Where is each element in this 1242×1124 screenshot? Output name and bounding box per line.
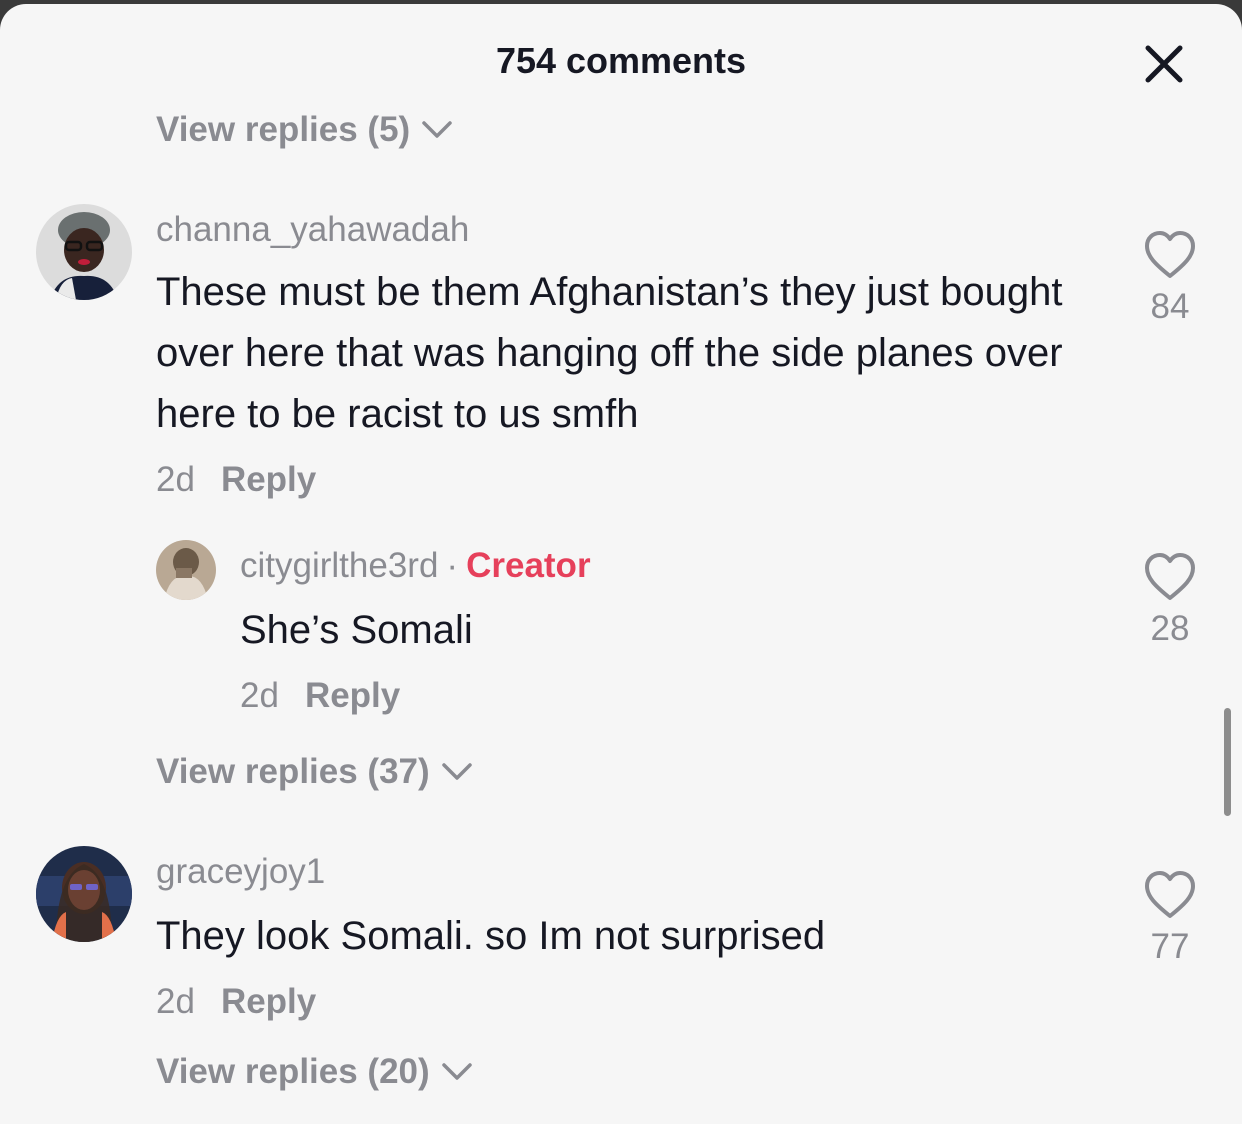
heart-icon[interactable] — [1143, 870, 1197, 920]
reply-text: She’s Somali — [240, 608, 473, 652]
reply-username[interactable]: citygirlthe3rd — [240, 546, 438, 585]
comment-time: 2d — [156, 460, 195, 499]
view-replies-button[interactable]: View replies (37) — [156, 752, 472, 792]
like-control: 77 — [1130, 870, 1210, 967]
close-icon[interactable] — [1140, 40, 1188, 88]
avatar[interactable] — [36, 204, 132, 300]
like-count: 28 — [1150, 609, 1190, 648]
reply-button[interactable]: Reply — [221, 460, 316, 499]
view-replies-button[interactable]: View replies (20) — [156, 1052, 472, 1092]
reply-button[interactable]: Reply — [305, 676, 400, 715]
comment-time: 2d — [156, 982, 195, 1021]
chevron-down-icon — [422, 121, 452, 138]
comments-header: 754 comments — [0, 4, 1242, 119]
view-replies-button[interactable]: View replies (5) — [156, 110, 452, 150]
comment-username[interactable]: graceyjoy1 — [156, 852, 325, 892]
comment-text: These must be them Afghanistan’s they ju… — [156, 270, 1063, 436]
like-control: 84 — [1130, 230, 1210, 327]
scrollbar[interactable] — [1224, 708, 1231, 816]
avatar[interactable] — [156, 540, 216, 600]
view-replies-label: View replies (37) — [156, 752, 430, 791]
chevron-down-icon — [441, 1063, 472, 1080]
view-replies-label: View replies (5) — [156, 110, 411, 149]
comment-text: They look Somali. so Im not surprised — [156, 914, 826, 958]
view-replies-label: View replies (20) — [156, 1052, 430, 1091]
chevron-down-icon — [441, 763, 472, 780]
comments-sheet: 754 comments View replies (5) channa_yah… — [0, 4, 1242, 1124]
comments-count-title: 754 comments — [495, 40, 747, 81]
heart-icon[interactable] — [1143, 230, 1197, 280]
heart-icon[interactable] — [1143, 552, 1197, 602]
like-count: 77 — [1150, 927, 1190, 966]
reply-time: 2d — [240, 676, 279, 715]
comment-username[interactable]: channa_yahawadah — [156, 210, 469, 250]
reply-username-line: citygirlthe3rd · Creator — [240, 546, 591, 586]
creator-badge: Creator — [466, 546, 591, 585]
avatar[interactable] — [36, 846, 132, 942]
reply-meta: 2d Reply — [240, 676, 400, 716]
comment-meta: 2d Reply — [156, 982, 316, 1022]
reply-button[interactable]: Reply — [221, 982, 316, 1021]
separator-dot: · — [446, 546, 459, 585]
like-control: 28 — [1130, 552, 1210, 649]
comment-meta: 2d Reply — [156, 460, 316, 500]
like-count: 84 — [1150, 287, 1190, 326]
